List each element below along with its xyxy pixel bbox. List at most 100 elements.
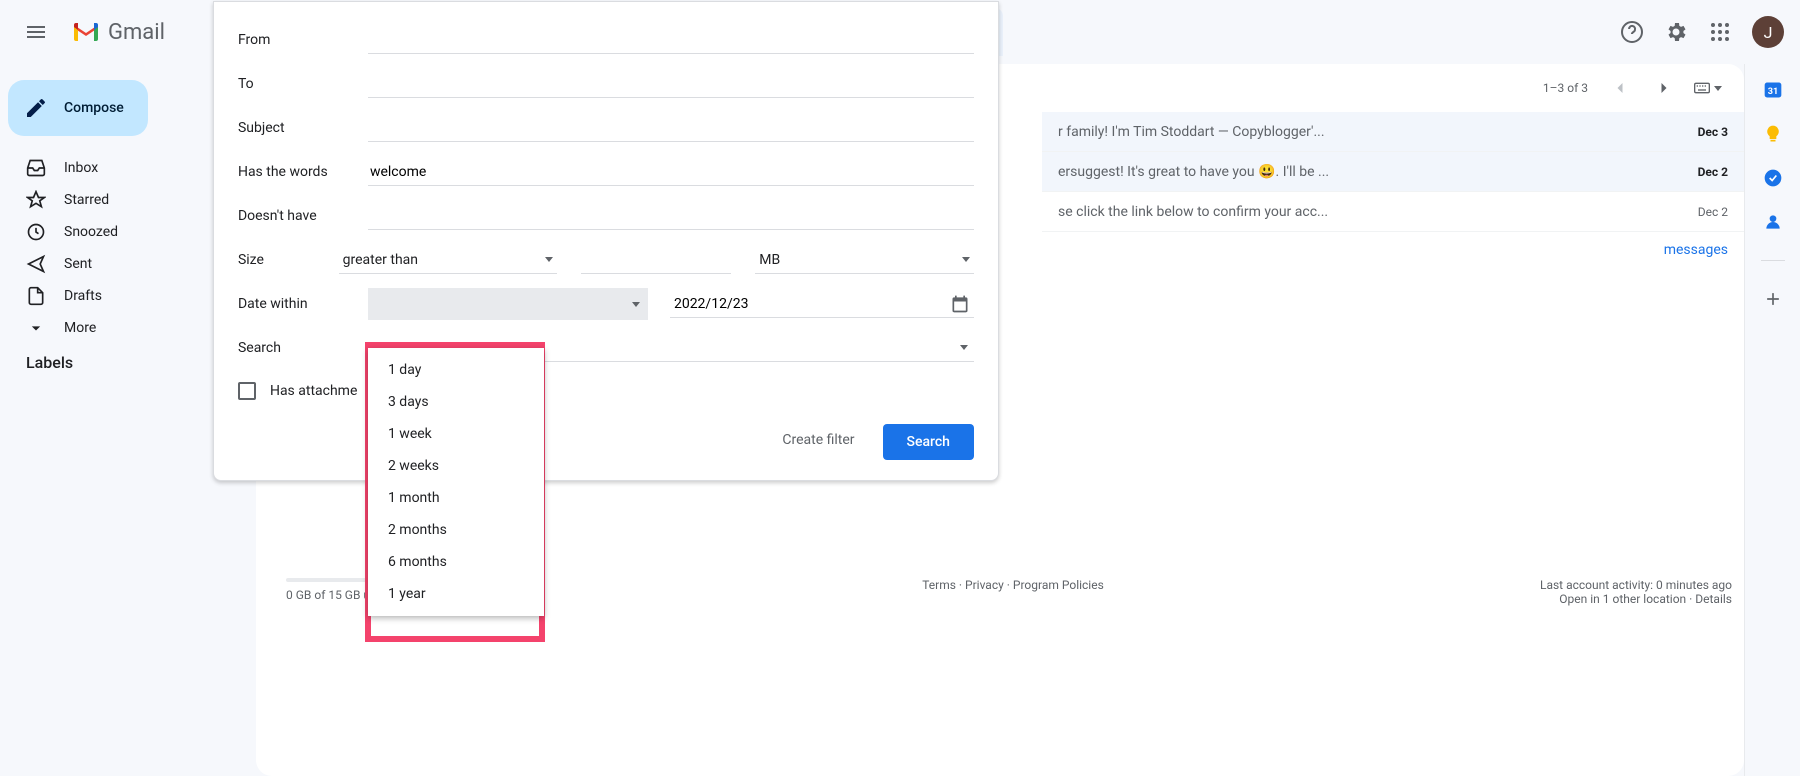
side-panel: 31 xyxy=(1744,64,1800,776)
help-icon[interactable] xyxy=(1612,12,1652,52)
date-input[interactable] xyxy=(674,296,950,312)
mail-row[interactable]: se click the link below to confirm your … xyxy=(1042,192,1744,232)
product-name: Gmail xyxy=(108,20,165,45)
subject-input[interactable] xyxy=(368,114,974,142)
to-input[interactable] xyxy=(368,70,974,98)
clock-icon xyxy=(26,222,46,242)
mail-snippet: ersuggest! It's great to have you 😃. I'l… xyxy=(1058,164,1668,180)
dd-item-2weeks[interactable]: 2 weeks xyxy=(368,450,544,482)
mail-row[interactable]: ersuggest! It's great to have you 😃. I'l… xyxy=(1042,152,1744,192)
apps-icon[interactable] xyxy=(1700,12,1740,52)
chevron-down-icon xyxy=(962,257,970,262)
star-icon xyxy=(26,190,46,210)
sidebar-label: Inbox xyxy=(64,160,98,176)
labels-text: Labels xyxy=(26,353,73,372)
addons-plus-icon[interactable] xyxy=(1763,289,1783,309)
app-header: Gmail From To Subject Has the words Does… xyxy=(0,0,1800,64)
header-right: J xyxy=(1612,12,1784,52)
size-label: Size xyxy=(238,252,339,268)
calendar-icon[interactable] xyxy=(950,294,970,314)
tasks-app-icon[interactable] xyxy=(1763,168,1783,188)
dd-item-2months[interactable]: 2 months xyxy=(368,514,544,546)
mail-toolbar: 1–3 of 3 xyxy=(1042,64,1744,112)
sidebar-label: Drafts xyxy=(64,288,102,304)
gmail-logo[interactable]: Gmail xyxy=(64,20,165,45)
details-link[interactable]: Details xyxy=(1695,592,1732,606)
activity-text: Last account activity: 0 minutes ago xyxy=(1540,578,1732,592)
rail-separator xyxy=(1761,260,1785,261)
mail-row[interactable]: r family! I'm Tim Stoddart — Copyblogger… xyxy=(1042,112,1744,152)
search-container: From To Subject Has the words Doesn't ha… xyxy=(213,8,1003,56)
haswords-label: Has the words xyxy=(238,164,368,180)
send-icon xyxy=(26,254,46,274)
settings-icon[interactable] xyxy=(1656,12,1696,52)
dd-item-1day[interactable]: 1 day xyxy=(368,354,544,386)
sidebar-item-more[interactable]: More xyxy=(0,312,240,344)
doesnthave-input[interactable] xyxy=(368,202,974,230)
checkbox-row: Has attachme chats xyxy=(238,374,974,400)
dd-item-3days[interactable]: 3 days xyxy=(368,386,544,418)
sidebar-item-inbox[interactable]: Inbox xyxy=(0,152,240,184)
sidebar-label: Snoozed xyxy=(64,224,118,240)
from-input[interactable] xyxy=(368,26,974,54)
size-operator-select[interactable]: greater than xyxy=(339,246,558,274)
menu-icon[interactable] xyxy=(16,12,56,52)
datewithin-dropdown: 1 day 3 days 1 week 2 weeks 1 month 2 mo… xyxy=(368,348,544,616)
sidebar-label: Starred xyxy=(64,192,109,208)
sidebar-item-starred[interactable]: Starred xyxy=(0,184,240,216)
chevron-down-icon xyxy=(632,302,640,307)
has-attachment-checkbox[interactable] xyxy=(238,382,256,400)
keep-app-icon[interactable] xyxy=(1763,124,1783,144)
policies-link[interactable]: Program Policies xyxy=(1013,578,1104,592)
chevron-down-icon xyxy=(960,345,968,350)
messages-link[interactable]: messages xyxy=(1042,232,1744,268)
to-label: To xyxy=(238,76,368,92)
compose-button[interactable]: Compose xyxy=(8,80,148,136)
mail-snippet: se click the link below to confirm your … xyxy=(1058,204,1668,220)
size-operator-value: greater than xyxy=(343,252,418,268)
footer-center: Terms · Privacy · Program Policies xyxy=(486,578,1540,592)
dd-item-1month[interactable]: 1 month xyxy=(368,482,544,514)
date-input-wrap xyxy=(670,290,974,318)
sidebar-label: Sent xyxy=(64,256,92,272)
page-count: 1–3 of 3 xyxy=(1543,81,1588,95)
search-button[interactable]: Search xyxy=(883,424,974,460)
sidebar-item-sent[interactable]: Sent xyxy=(0,248,240,280)
sidebar-item-snoozed[interactable]: Snoozed xyxy=(0,216,240,248)
datewithin-select[interactable] xyxy=(368,288,648,320)
sidebar-item-drafts[interactable]: Drafts xyxy=(0,280,240,312)
mail-snippet: r family! I'm Tim Stoddart — Copyblogger… xyxy=(1058,124,1668,140)
sidebar-label: More xyxy=(64,320,96,336)
chevron-down-icon xyxy=(1714,86,1722,91)
footer-right: Last account activity: 0 minutes ago Ope… xyxy=(1540,578,1732,606)
inbox-icon xyxy=(26,158,46,178)
svg-text:31: 31 xyxy=(1767,87,1778,97)
datewithin-label: Date within xyxy=(238,296,368,312)
account-avatar[interactable]: J xyxy=(1752,16,1784,48)
input-tools-icon[interactable] xyxy=(1688,68,1728,108)
from-label: From xyxy=(238,32,368,48)
calendar-app-icon[interactable]: 31 xyxy=(1763,80,1783,100)
compose-label: Compose xyxy=(64,100,124,116)
file-icon xyxy=(26,286,46,306)
newer-page-icon[interactable] xyxy=(1600,68,1640,108)
pencil-icon xyxy=(24,96,48,120)
privacy-link[interactable]: Privacy xyxy=(965,578,1004,592)
haswords-input[interactable] xyxy=(368,158,974,186)
size-value-input[interactable] xyxy=(581,246,731,274)
create-filter-button[interactable]: Create filter xyxy=(766,424,870,460)
subject-label: Subject xyxy=(238,120,368,136)
terms-link[interactable]: Terms xyxy=(922,578,956,592)
doesnthave-label: Doesn't have xyxy=(238,208,368,224)
older-page-icon[interactable] xyxy=(1644,68,1684,108)
chevron-down-icon xyxy=(545,257,553,262)
size-unit-value: MB xyxy=(759,252,780,268)
size-unit-select[interactable]: MB xyxy=(755,246,974,274)
dd-item-6months[interactable]: 6 months xyxy=(368,546,544,578)
dd-item-1year[interactable]: 1 year xyxy=(368,578,544,610)
search-scope-label: Search xyxy=(238,340,368,356)
contacts-app-icon[interactable] xyxy=(1763,212,1783,232)
dd-item-1week[interactable]: 1 week xyxy=(368,418,544,450)
mail-date: Dec 2 xyxy=(1668,165,1728,179)
mail-date: Dec 3 xyxy=(1668,125,1728,139)
